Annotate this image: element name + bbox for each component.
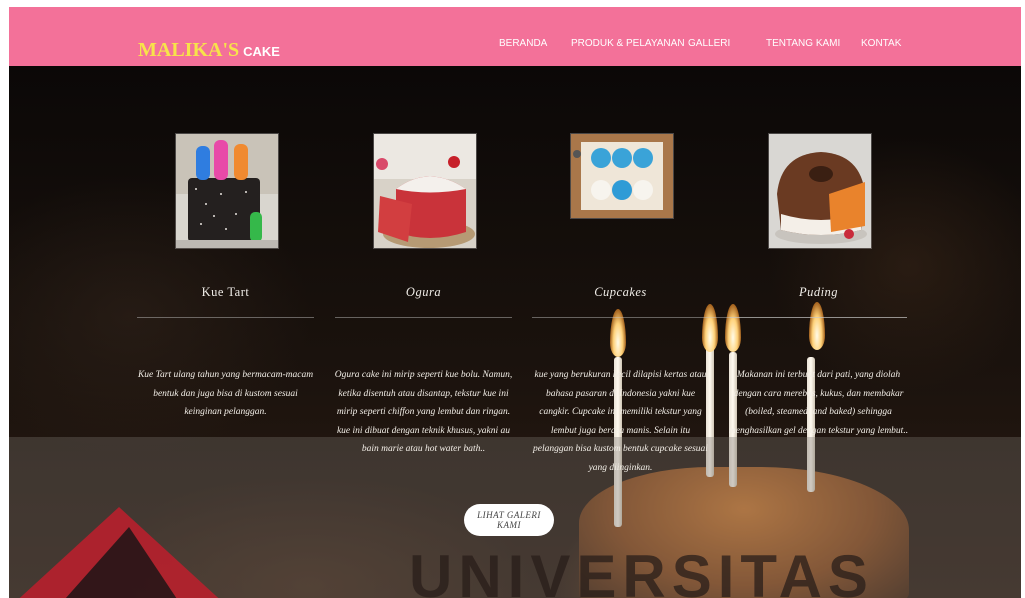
product-description: Ogura cake ini mirip seperti kue bolu. N… — [334, 370, 513, 454]
divider — [730, 317, 907, 318]
nav-link-produk-pelayanan[interactable]: PRODUK & PELAYANAN — [571, 38, 685, 49]
top-navbar: MALIKA'S CAKE BERANDA PRODUK & PELAYANAN … — [9, 7, 1021, 66]
product-title: Kue Tart — [201, 285, 250, 299]
cupcakes-photo — [571, 134, 673, 218]
nav-link-tentang-kami[interactable]: TENTANG KAMI — [766, 38, 840, 49]
product-title: Cupcakes — [594, 285, 647, 299]
nav-link-galleri[interactable]: GALLERI — [688, 38, 730, 49]
product-description: kue yang berukuran kecil dilapisi kertas… — [533, 370, 708, 473]
product-description: Kue Tart ulang tahun yang bermacam-macam… — [137, 370, 314, 417]
product-image-kue-tart — [175, 133, 279, 249]
product-image-cupcakes — [570, 133, 674, 219]
page-frame: UNIVERSITAS MALIKA'S CAKE BERANDA PRODUK … — [9, 7, 1021, 598]
product-title: Puding — [798, 285, 839, 299]
ogura-photo — [374, 134, 476, 248]
product-description: Makanan ini terbuat dari pati, yang diol… — [728, 370, 909, 436]
divider — [137, 317, 314, 318]
product-title: Ogura — [405, 285, 442, 299]
main-nav: BERANDA PRODUK & PELAYANAN GALLERI TENTA… — [9, 38, 1021, 52]
view-gallery-button[interactable]: LIHAT GALERI KAMI — [464, 504, 554, 536]
puding-photo — [769, 134, 871, 248]
watermark-text: UNIVERSITAS — [409, 543, 874, 598]
product-image-puding — [768, 133, 872, 249]
kue-tart-photo — [176, 134, 278, 248]
product-image-ogura — [373, 133, 477, 249]
watermark-logo-inner — [49, 527, 189, 598]
nav-link-beranda[interactable]: BERANDA — [499, 38, 547, 49]
nav-link-kontak[interactable]: KONTAK — [861, 38, 901, 49]
divider — [335, 317, 512, 318]
